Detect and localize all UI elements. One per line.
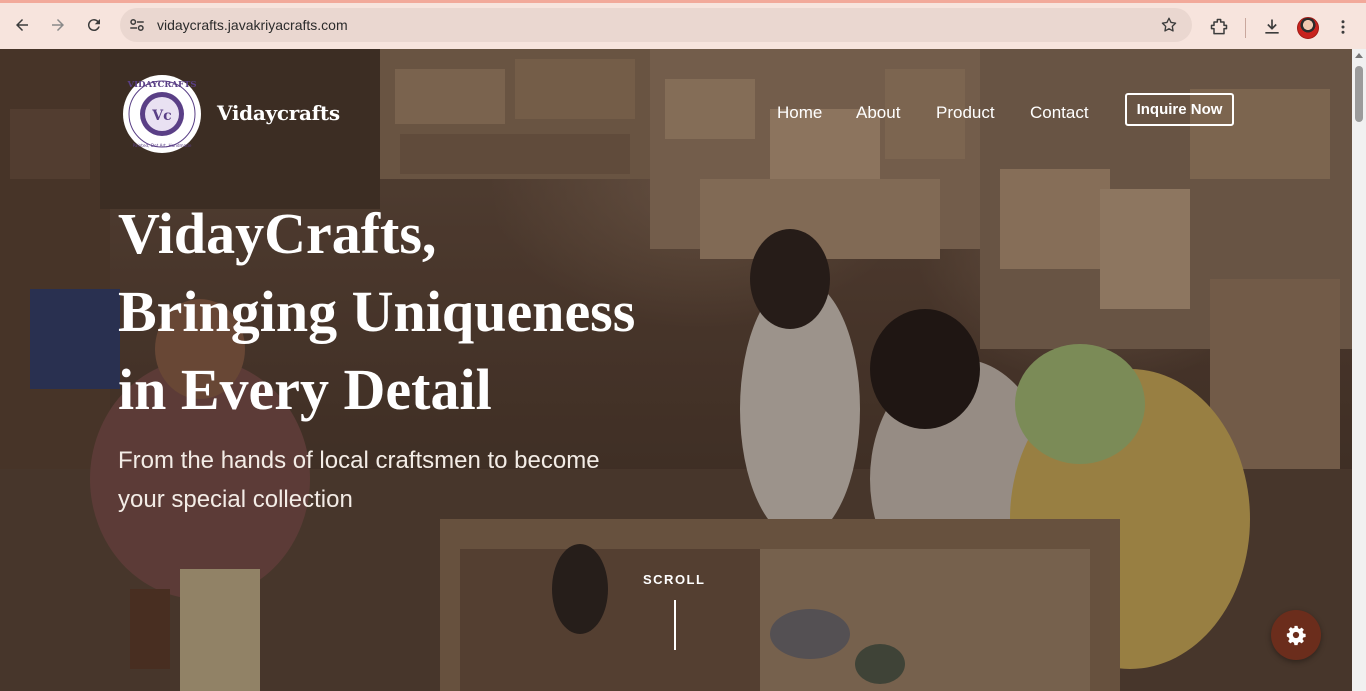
more-menu-button[interactable]: [1327, 9, 1359, 45]
toolbar-divider: [1245, 18, 1246, 38]
hero-section: VIDAYCRAFTS Vc Painted, Dot Art, Handmad…: [0, 49, 1352, 691]
page-scrollbar[interactable]: [1352, 49, 1366, 691]
reload-button[interactable]: [76, 7, 112, 43]
profile-avatar[interactable]: [1297, 17, 1319, 39]
download-icon: [1265, 19, 1279, 34]
scroll-indicator-label[interactable]: SCROLL: [643, 572, 705, 587]
nav-about[interactable]: About: [856, 103, 900, 123]
gear-icon: [1286, 625, 1306, 646]
hero-title-line: Bringing Uniqueness: [118, 279, 636, 344]
hero-subtitle-line: your special collection: [118, 486, 353, 513]
hero-subtitle-line: From the hands of local craftsmen to bec…: [118, 447, 600, 474]
more-menu-icon: [1341, 20, 1345, 34]
settings-floating-button[interactable]: [1271, 610, 1321, 660]
logo-top-text: VIDAYCRAFTS: [127, 80, 197, 90]
scroll-indicator-line: [674, 600, 676, 650]
downloads-button[interactable]: [1254, 9, 1290, 45]
logo-bottom-text: Painted, Dot Art, Handmade: [133, 143, 192, 148]
scrollbar-thumb[interactable]: [1355, 66, 1363, 122]
bookmark-star-icon[interactable]: [1160, 16, 1178, 34]
nav-product[interactable]: Product: [936, 103, 995, 123]
site-settings-icon[interactable]: [128, 16, 146, 34]
url-text[interactable]: vidaycrafts.javakriyacrafts.com: [157, 17, 348, 33]
hero-subtitle: From the hands of local craftsmen to bec…: [118, 441, 718, 519]
logo-monogram: Vc: [151, 108, 171, 124]
scroll-up-arrow-icon[interactable]: [1355, 53, 1363, 58]
back-button[interactable]: [4, 7, 40, 43]
forward-arrow-icon: [52, 19, 64, 31]
back-arrow-icon: [16, 19, 28, 31]
forward-button[interactable]: [40, 7, 76, 43]
hero-title: VidayCrafts, Bringing Uniqueness in Ever…: [118, 195, 738, 429]
extensions-button[interactable]: [1201, 9, 1237, 45]
address-bar[interactable]: vidaycrafts.javakriyacrafts.com: [120, 8, 1192, 42]
hero-title-line: VidayCrafts,: [118, 201, 437, 266]
nav-home[interactable]: Home: [777, 103, 822, 123]
nav-contact[interactable]: Contact: [1030, 103, 1089, 123]
brand-name[interactable]: Vidaycrafts: [217, 101, 340, 125]
hero-title-line: in Every Detail: [118, 357, 492, 422]
vidaycrafts-logo[interactable]: VIDAYCRAFTS Vc Painted, Dot Art, Handmad…: [118, 74, 206, 154]
reload-icon: [87, 19, 100, 32]
inquire-now-button[interactable]: Inquire Now: [1125, 93, 1234, 126]
extensions-icon: [1210, 18, 1228, 35]
browser-toolbar: vidaycrafts.javakriyacrafts.com: [0, 0, 1366, 49]
